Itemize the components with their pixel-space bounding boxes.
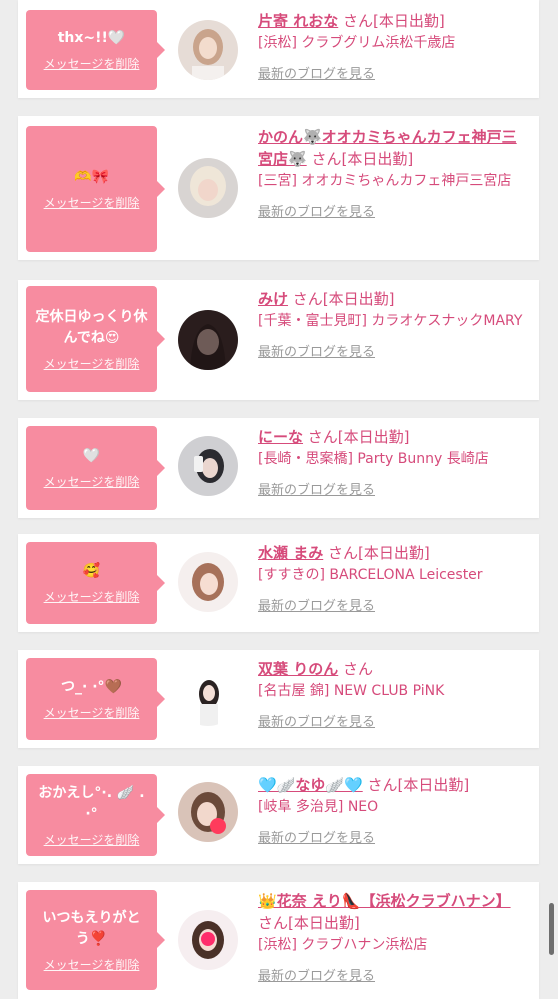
message-text: 🥰 <box>82 563 101 579</box>
cast-name-link[interactable]: 🩵🪽なゆ🪽🩵 <box>258 776 363 794</box>
avatar[interactable] <box>178 20 238 80</box>
status-badge: [本日出勤] <box>341 150 414 168</box>
cast-name-link[interactable]: にーな <box>258 428 303 446</box>
message-text: 定休日ゆっくり休んでね😍 <box>35 308 148 346</box>
message-bubble: 🥰 メッセージを削除 <box>26 542 165 624</box>
list-item: 🥰 メッセージを削除 水瀬 まみ さん[本日出勤] [すすきの] BARCELO… <box>18 534 539 632</box>
shop-label: [浜松] クラブグリム浜松千歳店 <box>258 35 456 51</box>
message-bubble: 🤍 メッセージを削除 <box>26 426 165 510</box>
honorific: さん <box>288 290 323 308</box>
avatar[interactable] <box>178 782 238 842</box>
status-badge: [本日出勤] <box>288 914 360 932</box>
list-item: 🫶🎀 メッセージを削除 かのん🐺オオカミちゃんカフェ神戸三宮店🐺 さん[本日出勤… <box>18 116 539 260</box>
status-badge: [本日出勤] <box>337 428 410 446</box>
status-badge: [本日出勤] <box>397 776 470 794</box>
latest-blog-link[interactable]: 最新のブログを見る <box>258 827 530 846</box>
message-bubble: いつもえりがとう❣️ メッセージを削除 <box>26 890 165 990</box>
list-item: つ_· ·°🤎 メッセージを削除 双葉 りのん さん [名古屋 錦] NEW C… <box>18 650 539 748</box>
delete-message-link[interactable]: メッセージを削除 <box>44 194 140 211</box>
entry-info: 水瀬 まみ さん[本日出勤] [すすきの] BARCELONA Leiceste… <box>258 542 530 614</box>
delete-message-link[interactable]: メッセージを削除 <box>44 355 140 372</box>
message-text: thx~!!🤍 <box>57 30 126 46</box>
message-text: つ_· ·°🤎 <box>61 679 122 695</box>
message-bubble: 🫶🎀 メッセージを削除 <box>26 126 165 252</box>
shop-label: [長崎・思案橋] Party Bunny 長崎店 <box>258 451 489 467</box>
avatar[interactable] <box>178 436 238 496</box>
entry-info: みけ さん[本日出勤] [千葉・富士見町] カラオケスナックMARY 最新のブロ… <box>258 288 530 360</box>
status-badge: [本日出勤] <box>358 544 430 562</box>
delete-message-link[interactable]: メッセージを削除 <box>44 831 140 848</box>
honorific: さん <box>362 776 398 794</box>
honorific: さん <box>258 914 289 932</box>
status-badge: [本日出勤] <box>322 290 395 308</box>
latest-blog-link[interactable]: 最新のブログを見る <box>258 711 530 730</box>
shop-label: [岐阜 多治見] NEO <box>258 799 379 815</box>
entry-info: 片寄 れおな さん[本日出勤] [浜松] クラブグリム浜松千歳店 最新のブログを… <box>258 10 530 82</box>
shop-label: [すすきの] BARCELONA Leicester <box>258 567 483 583</box>
latest-blog-link[interactable]: 最新のブログを見る <box>258 63 530 82</box>
shop-label: [千葉・富士見町] カラオケスナックMARY <box>258 313 523 329</box>
latest-blog-link[interactable]: 最新のブログを見る <box>258 201 530 220</box>
message-text: いつもえりがとう❣️ <box>42 909 141 947</box>
delete-message-link[interactable]: メッセージを削除 <box>44 588 140 605</box>
latest-blog-link[interactable]: 最新のブログを見る <box>258 479 530 498</box>
list-item: thx~!!🤍 メッセージを削除 片寄 れおな さん[本日出勤] [浜松] クラ… <box>18 0 539 98</box>
entry-info: 双葉 りのん さん [名古屋 錦] NEW CLUB PiNK 最新のブログを見… <box>258 658 530 730</box>
list-item: おかえし°·. 🪽 .·° メッセージを削除 🩵🪽なゆ🪽🩵 さん[本日出勤] [… <box>18 766 539 864</box>
entry-info: 🩵🪽なゆ🪽🩵 さん[本日出勤] [岐阜 多治見] NEO 最新のブログを見る <box>258 774 530 846</box>
entry-info: かのん🐺オオカミちゃんカフェ神戸三宮店🐺 さん[本日出勤] [三宮] オオカミち… <box>258 126 530 220</box>
cast-name-link[interactable]: みけ <box>258 290 288 308</box>
message-bubble: thx~!!🤍 メッセージを削除 <box>26 10 165 90</box>
delete-message-link[interactable]: メッセージを削除 <box>44 473 140 490</box>
message-bubble: 定休日ゆっくり休んでね😍 メッセージを削除 <box>26 286 165 392</box>
cast-name-link[interactable]: 👑花奈 えり👠【浜松クラブハナン】 <box>258 892 511 910</box>
message-text: おかえし°·. 🪽 .·° <box>38 784 145 822</box>
cast-name-link[interactable]: 片寄 れおな <box>258 12 338 30</box>
delete-message-link[interactable]: メッセージを削除 <box>44 704 140 721</box>
entry-info: 👑花奈 えり👠【浜松クラブハナン】 さん[本日出勤] [浜松] クラブハナン浜松… <box>258 890 530 984</box>
honorific: さん <box>303 428 338 446</box>
honorific: さん <box>338 12 374 30</box>
avatar[interactable] <box>178 910 238 970</box>
message-bubble: つ_· ·°🤎 メッセージを削除 <box>26 658 165 740</box>
avatar[interactable] <box>178 552 238 612</box>
latest-blog-link[interactable]: 最新のブログを見る <box>258 965 530 984</box>
message-bubble: おかえし°·. 🪽 .·° メッセージを削除 <box>26 774 165 856</box>
list-item: 定休日ゆっくり休んでね😍 メッセージを削除 みけ さん[本日出勤] [千葉・富士… <box>18 280 539 400</box>
delete-message-link[interactable]: メッセージを削除 <box>44 956 140 973</box>
latest-blog-link[interactable]: 最新のブログを見る <box>258 595 530 614</box>
honorific: さん <box>323 544 359 562</box>
list-item: 🤍 メッセージを削除 にーな さん[本日出勤] [長崎・思案橋] Party B… <box>18 418 539 518</box>
honorific: さん <box>306 150 342 168</box>
shop-label: [浜松] クラブハナン浜松店 <box>258 937 428 953</box>
avatar[interactable] <box>178 666 238 726</box>
list-item: いつもえりがとう❣️ メッセージを削除 👑花奈 えり👠【浜松クラブハナン】 さん… <box>18 882 539 999</box>
entry-info: にーな さん[本日出勤] [長崎・思案橋] Party Bunny 長崎店 最新… <box>258 426 530 498</box>
message-text: 🫶🎀 <box>74 169 109 185</box>
latest-blog-link[interactable]: 最新のブログを見る <box>258 341 530 360</box>
delete-message-link[interactable]: メッセージを削除 <box>44 55 140 72</box>
scrollbar-thumb[interactable] <box>549 903 554 955</box>
shop-label: [三宮] オオカミちゃんカフェ神戸三宮店 <box>258 173 512 189</box>
message-text: 🤍 <box>82 448 101 464</box>
honorific: さん <box>338 660 374 678</box>
avatar[interactable] <box>178 158 238 218</box>
cast-name-link[interactable]: 水瀬 まみ <box>258 544 323 562</box>
cast-name-link[interactable]: 双葉 りのん <box>258 660 338 678</box>
shop-label: [名古屋 錦] NEW CLUB PiNK <box>258 683 445 699</box>
status-badge: [本日出勤] <box>373 12 445 30</box>
avatar[interactable] <box>178 310 238 370</box>
